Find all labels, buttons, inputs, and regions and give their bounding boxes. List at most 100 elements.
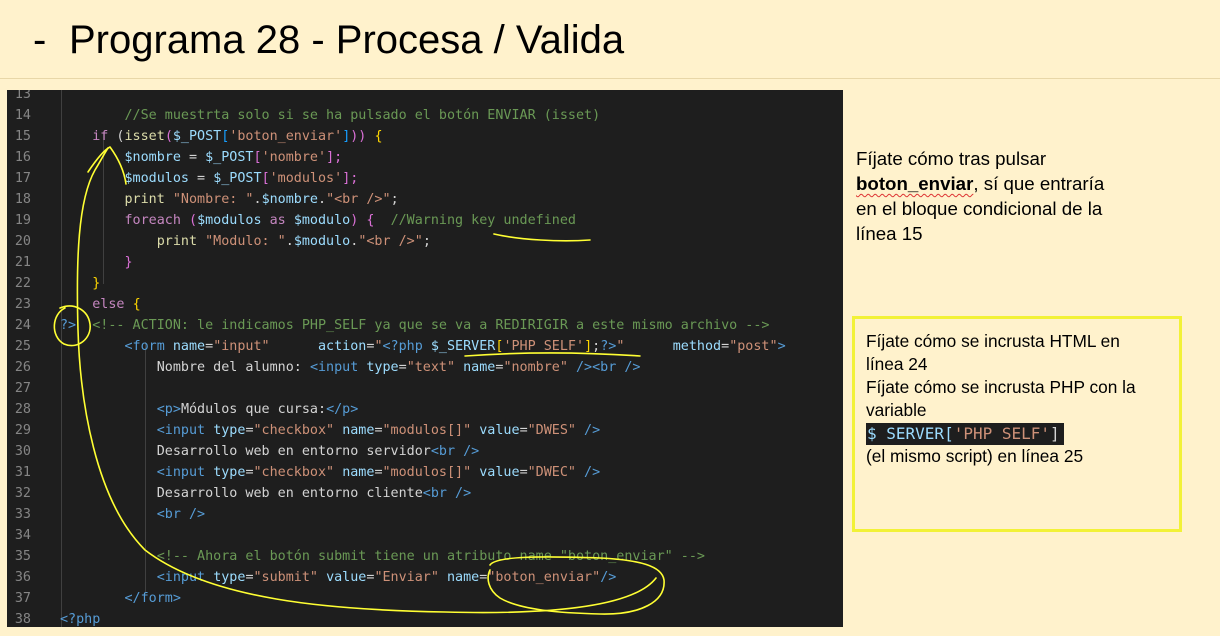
code-token: <!-- ACTION: le indicamos PHP_SELF ya qu…	[92, 318, 770, 333]
note-2-line: línea 24	[866, 354, 928, 374]
note-1-line: en el bloque condicional de la	[856, 198, 1103, 219]
code-token: <input	[309, 360, 359, 375]
note-1-keyword: boton_enviar	[856, 173, 974, 194]
code-line: 36 <input type="submit" value="Enviar" n…	[7, 567, 843, 588]
line-number: 14	[14, 108, 31, 123]
code-token: (	[164, 129, 173, 144]
code-token: print	[156, 234, 198, 249]
code-token: type	[366, 360, 399, 375]
line-number: 17	[14, 171, 31, 186]
code-token: }	[92, 276, 101, 291]
code-token: [	[261, 171, 270, 186]
line-number: 21	[14, 255, 31, 270]
code-token: "checkbox"	[253, 465, 335, 480]
code-text: Desarrollo web en entorno cliente<br />	[60, 483, 471, 504]
code-token: ;	[390, 192, 399, 207]
code-token: value	[326, 570, 367, 585]
code-line: 21 }	[7, 252, 843, 273]
line-number: 20	[14, 234, 31, 249]
code-token: $_POST	[205, 150, 254, 165]
line-number: 22	[14, 276, 31, 291]
code-text: </form>	[60, 588, 181, 609]
server-var-code-snippet: $ SERVER['PHP SELF']	[866, 423, 1064, 445]
line-number: 32	[14, 486, 31, 501]
code-token: print	[124, 192, 165, 207]
code-token: isset	[124, 129, 165, 144]
code-token: Módulos que cursa:	[180, 402, 327, 417]
code-token: />	[576, 423, 601, 438]
code-text: }	[60, 252, 133, 273]
code-text: <p>Módulos que cursa:</p>	[60, 399, 359, 420]
code-token: (	[180, 213, 198, 228]
line-number: 19	[14, 213, 31, 228]
code-token: ];	[326, 150, 343, 165]
code-line: 19 foreach ($modulos as $modulo) { //War…	[7, 210, 843, 231]
code-token: value	[479, 423, 520, 438]
code-text: Nombre del alumno: <input type="text" na…	[60, 357, 641, 378]
code-line: 20 print "Modulo: ".$modulo."<br />";	[7, 231, 843, 252]
note-1-line: Fíjate cómo tras pulsar	[856, 148, 1047, 169]
code-line: 33 <br />	[7, 504, 843, 525]
code-token: 'modulos'	[269, 171, 343, 186]
code-token: type	[213, 423, 246, 438]
code-line: 22 }	[7, 273, 843, 294]
code-token: $_POST	[172, 129, 222, 144]
code-token: =	[189, 171, 214, 186]
code-token: type	[213, 570, 246, 585]
line-number: 15	[14, 129, 31, 144]
code-line: 30 Desarrollo web en entorno servidor<br…	[7, 441, 843, 462]
code-text: ?> <!-- ACTION: le indicamos PHP_SELF ya…	[60, 315, 769, 336]
code-snippet-end: ]	[1050, 424, 1060, 443]
line-number: 27	[14, 381, 31, 396]
code-token: =	[245, 465, 254, 480]
code-token: {	[374, 129, 383, 144]
line-number: 18	[14, 192, 31, 207]
code-token: //Warning key undefined	[390, 213, 576, 228]
code-text: <?php	[60, 609, 100, 627]
code-token: "input"	[213, 339, 270, 354]
line-number: 37	[14, 591, 31, 606]
code-line: 31 <input type="checkbox" name="modulos[…	[7, 462, 843, 483]
code-token: 'PHP_SELF'	[503, 339, 585, 354]
line-number: 23	[14, 297, 31, 312]
code-token: {	[132, 297, 141, 312]
code-token: $_POST	[213, 171, 262, 186]
code-token: 'boton_enviar'	[229, 129, 343, 144]
code-token: .	[285, 234, 294, 249]
code-line: 18 print "Nombre: ".$nombre."<br />";	[7, 189, 843, 210]
code-token: if	[92, 129, 109, 144]
code-token: <br />	[422, 486, 472, 501]
code-token: "nombre"	[503, 360, 568, 375]
code-token: type	[213, 465, 246, 480]
code-token: "Nombre: "	[172, 192, 254, 207]
code-line: 29 <input type="checkbox" name="modulos[…	[7, 420, 843, 441]
code-line: 26 Nombre del alumno: <input type="text"…	[7, 357, 843, 378]
code-text: print "Nombre: ".$nombre."<br />";	[60, 189, 399, 210]
code-text: foreach ($modulos as $modulo) { //Warnin…	[60, 210, 577, 231]
code-token: =	[245, 570, 254, 585]
code-token: //Se muestrta solo si se ha pulsado el b…	[124, 108, 601, 123]
code-token: Nombre del alumno:	[156, 360, 310, 375]
code-token: =	[519, 465, 528, 480]
code-token: [	[253, 150, 262, 165]
code-token: <!-- Ahora el botón submit tiene un atri…	[156, 549, 705, 564]
line-number: 38	[14, 612, 31, 627]
line-number: 35	[14, 549, 31, 564]
